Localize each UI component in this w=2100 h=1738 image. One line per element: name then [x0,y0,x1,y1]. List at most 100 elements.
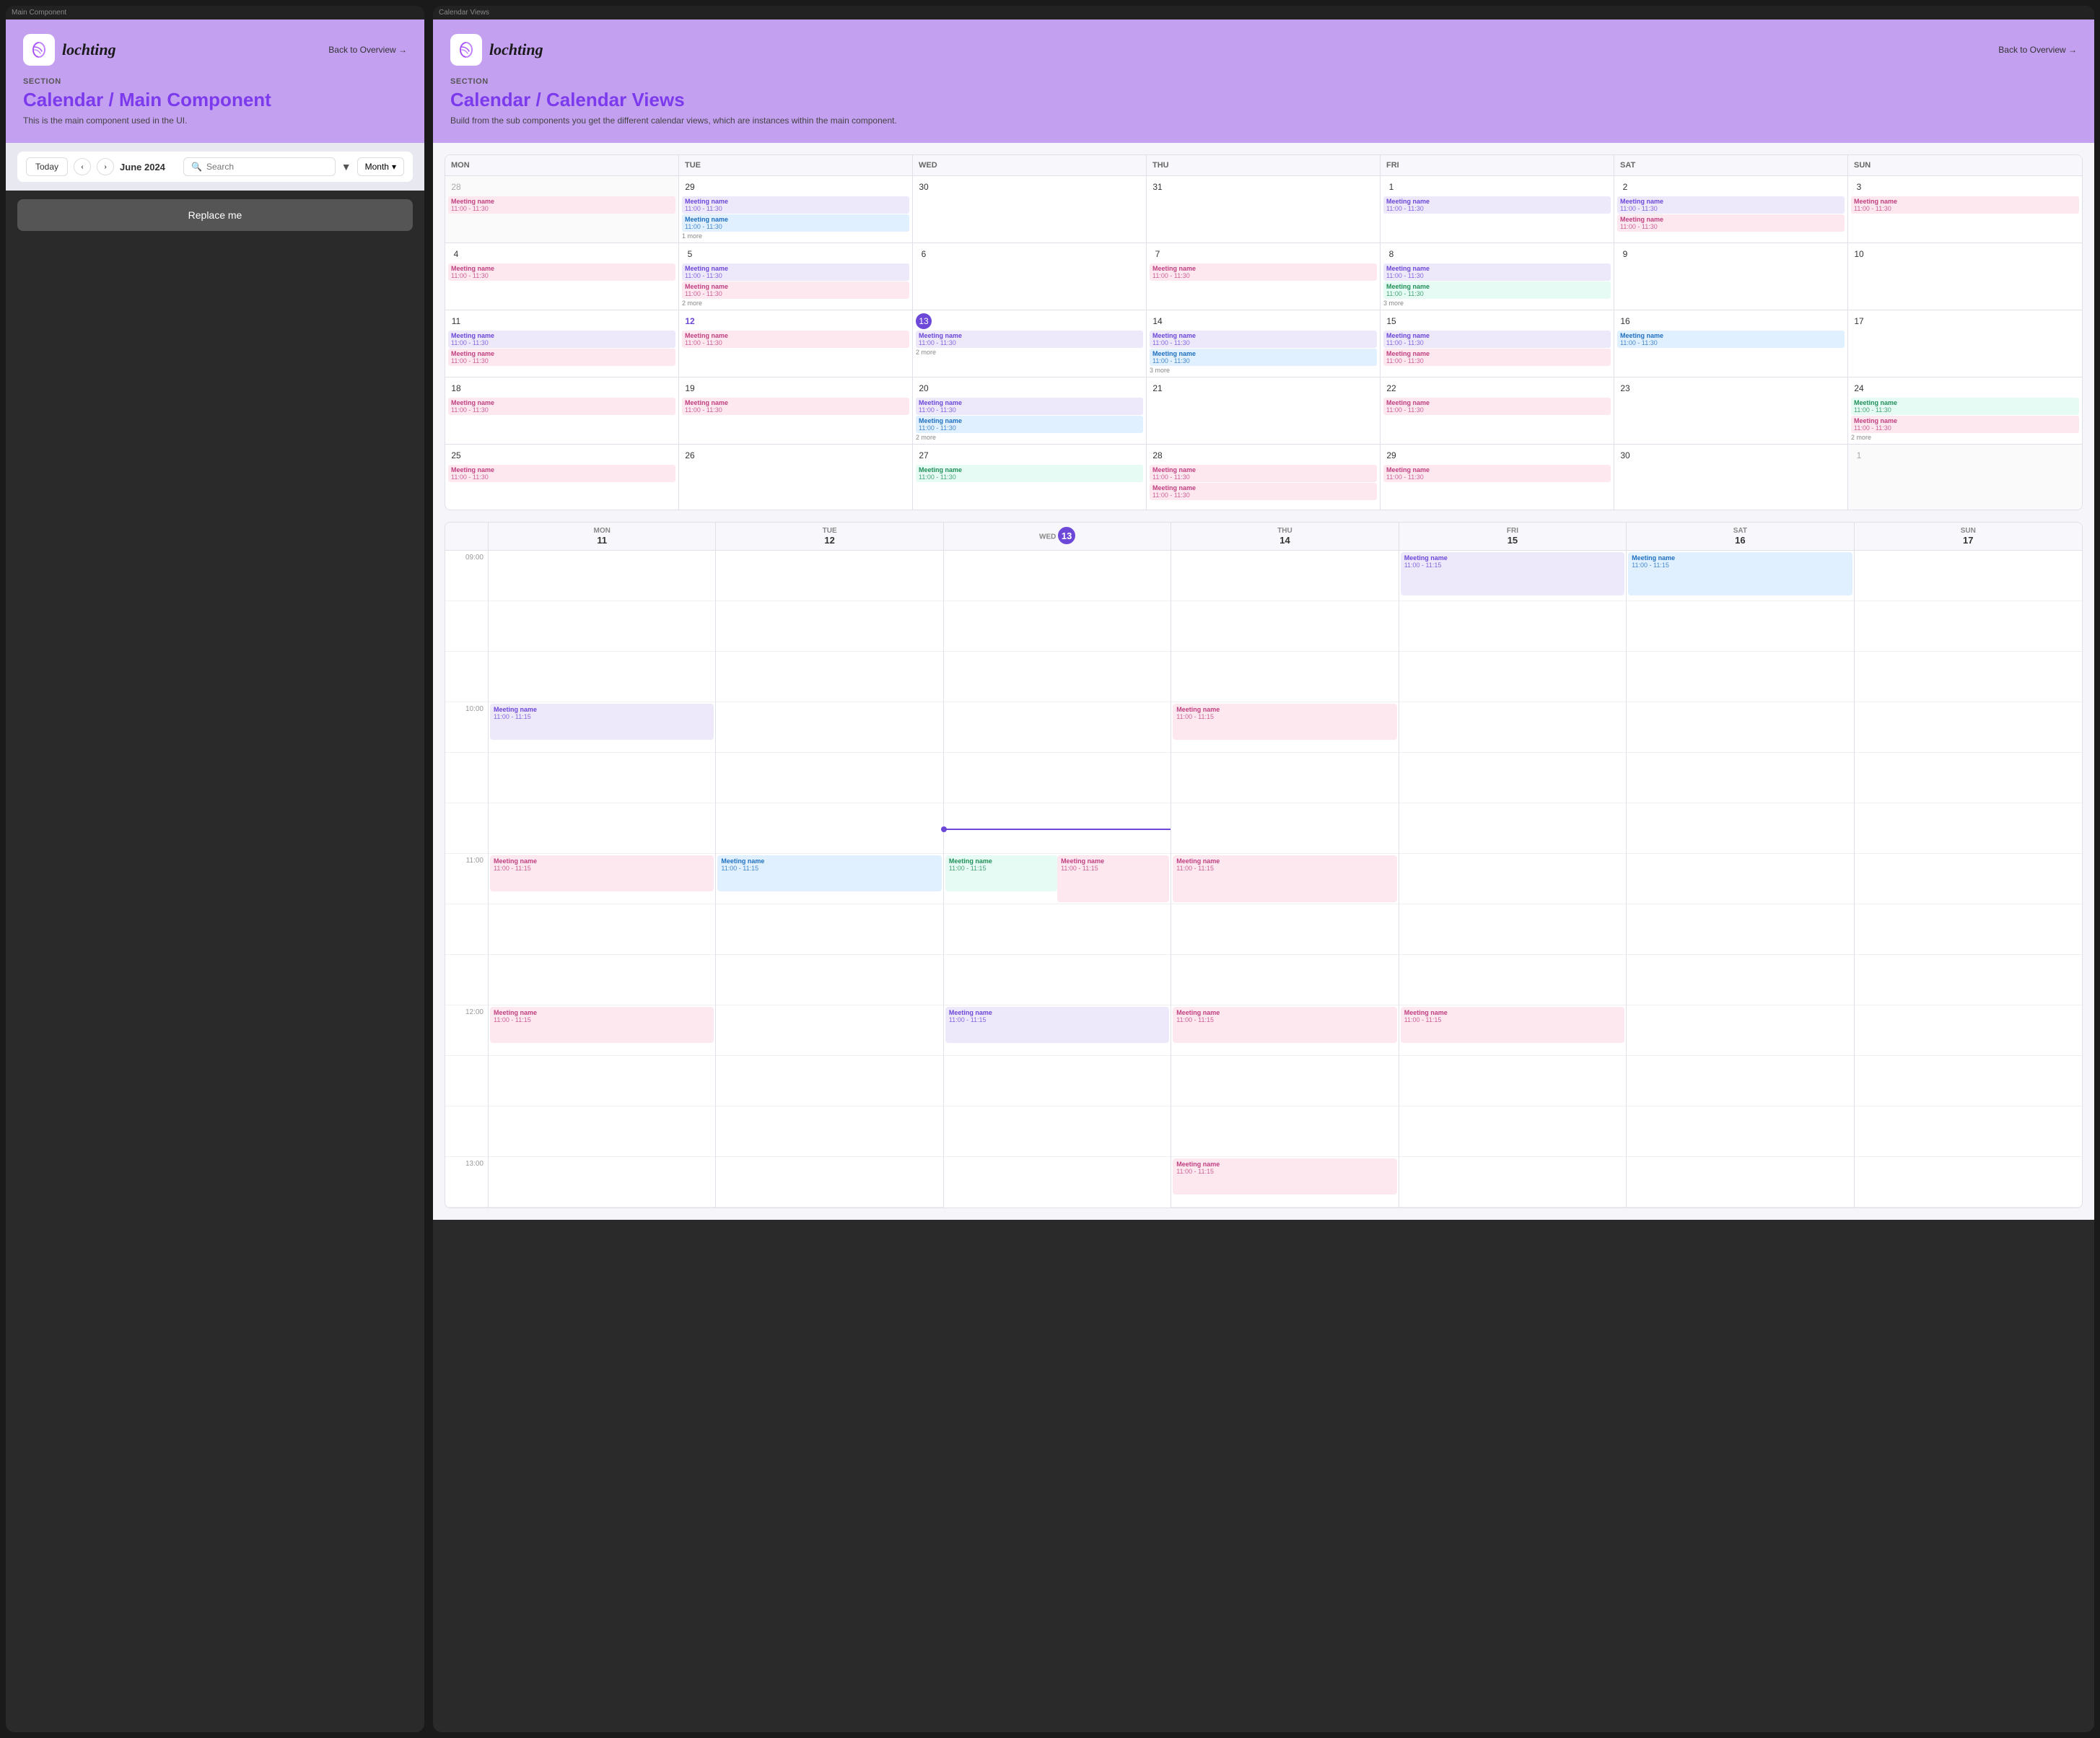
more-events-link[interactable]: 2 more [1851,434,2079,441]
week-event[interactable]: Meeting name11:00 - 11:15 [1173,855,1396,902]
section-desc-left: This is the main component used in the U… [23,115,407,126]
week-event[interactable]: Meeting name11:00 - 11:15 [717,855,941,891]
event-chip[interactable]: Meeting name11:00 - 11:30 [916,416,1143,433]
search-icon: 🔍 [191,162,202,172]
cal-cell: 24 Meeting name11:00 - 11:30 Meeting nam… [1848,377,2082,444]
week-event[interactable]: Meeting name11:00 - 11:15 [1173,704,1396,740]
event-chip[interactable]: Meeting name11:00 - 11:30 [1851,398,2079,415]
more-events-link[interactable]: 1 more [682,232,909,240]
event-chip[interactable]: Meeting name11:00 - 11:30 [1150,349,1377,366]
week-header-row: MON11 TUE12 WED 13 THU14 FRI15 SAT16 SUN… [445,523,2082,551]
week-row-2: 4 Meeting name11:00 - 11:30 5 Meeting na… [445,243,2082,310]
week-day-wed: Meeting name11:00 - 11:15 Meeting name11… [944,551,1171,1208]
event-chip[interactable]: Meeting name11:00 - 11:30 [448,465,675,482]
more-events-link[interactable]: 3 more [1383,300,1611,307]
cal-cell: 29 Meeting name11:00 - 11:30 Meeting nam… [679,176,913,243]
time-slot-9c [445,652,488,702]
event-chip[interactable]: Meeting name11:00 - 11:30 [1150,263,1377,281]
section-title-left: Calendar / Main Component [23,89,407,111]
week-event[interactable]: Meeting name11:00 - 11:15 [490,1007,714,1043]
event-chip[interactable]: Meeting name11:00 - 11:30 [1851,196,2079,214]
event-chip[interactable]: Meeting name11:00 - 11:30 [448,331,675,348]
cal-cell: 20 Meeting name11:00 - 11:30 Meeting nam… [913,377,1147,444]
event-chip[interactable]: Meeting name11:00 - 11:30 [682,331,909,348]
week-event[interactable]: Meeting name11:00 - 11:15 [490,855,714,891]
calendar-views-container: MON TUE WED THU FRI SAT SUN 28 Meeting n… [433,143,2094,1220]
cal-cell: 1 Meeting name11:00 - 11:30 [1381,176,1614,243]
event-chip[interactable]: Meeting name11:00 - 11:30 [1617,331,1845,348]
today-button[interactable]: Today [26,157,68,176]
filter-button[interactable]: ▼ [341,161,351,173]
event-chip[interactable]: Meeting name11:00 - 11:30 [682,196,909,214]
week-days-grid: Meeting name11:00 - 11:15 Meeting name11… [489,551,2082,1208]
event-chip[interactable]: Meeting name11:00 - 11:30 [1383,331,1611,348]
replace-me-button[interactable]: Replace me [17,199,413,231]
month-body: 28 Meeting name11:00 - 11:30 29 Meeting … [445,176,2082,510]
week-event[interactable]: Meeting name11:00 - 11:15 [1173,1158,1396,1195]
event-chip[interactable]: Meeting name11:00 - 11:30 [1150,465,1377,482]
week-event[interactable]: Meeting name11:00 - 11:15 [1628,552,1852,595]
week-event[interactable]: Meeting name11:00 - 11:15 [1401,552,1624,595]
week-event[interactable]: Meeting name11:00 - 11:15 [1057,855,1169,902]
col-thu: THU [1147,155,1381,175]
event-chip[interactable]: Meeting name11:00 - 11:30 [1383,196,1611,214]
cal-cell: 28 Meeting name11:00 - 11:30 Meeting nam… [1147,445,1381,510]
month-view-button[interactable]: Month ▾ [357,157,404,176]
logo-icon-left [23,34,55,66]
event-chip[interactable]: Meeting name11:00 - 11:30 [682,214,909,232]
more-events-link[interactable]: 2 more [916,349,1143,356]
week-day-mon: Meeting name11:00 - 11:15 Meeting name11… [489,551,716,1208]
cal-cell: 22 Meeting name11:00 - 11:30 [1381,377,1614,444]
week-header-fri: FRI15 [1399,523,1627,550]
header-section-left: lochting Back to Overview → SECTION Cale… [6,19,424,143]
event-chip[interactable]: Meeting name11:00 - 11:30 [1383,398,1611,415]
week-event[interactable]: Meeting name11:00 - 11:15 [1173,1007,1396,1043]
cal-cell: 16 Meeting name11:00 - 11:30 [1614,310,1848,377]
week-event[interactable]: Meeting name11:00 - 11:15 [945,855,1057,891]
event-chip[interactable]: Meeting name11:00 - 11:30 [1383,263,1611,281]
section-label-left: SECTION [23,77,407,86]
month-year-label: June 2024 [120,162,178,173]
back-to-overview-right[interactable]: Back to Overview → [1998,45,2077,55]
event-chip[interactable]: Meeting name11:00 - 11:30 [1383,465,1611,482]
week-header-sun: SUN17 [1855,523,2082,550]
event-chip[interactable]: Meeting name11:00 - 11:30 [682,398,909,415]
col-wed: WED [913,155,1147,175]
cal-cell: 13 Meeting name11:00 - 11:30 2 more [913,310,1147,377]
event-chip[interactable]: Meeting name11:00 - 11:30 [1617,196,1845,214]
next-button[interactable]: › [97,158,114,175]
logo-area-right: lochting [450,34,543,66]
event-chip[interactable]: Meeting name11:00 - 11:30 [1150,483,1377,500]
calendar-toolbar: Today ‹ › June 2024 🔍 ▼ Month ▾ [17,152,413,182]
event-chip[interactable]: Meeting name11:00 - 11:30 [1150,331,1377,348]
cal-cell: 12 Meeting name11:00 - 11:30 [679,310,913,377]
event-chip[interactable]: Meeting name11:00 - 11:30 [916,331,1143,348]
cal-cell: 29 Meeting name11:00 - 11:30 [1381,445,1614,510]
col-sat: SAT [1614,155,1848,175]
event-chip[interactable]: Meeting name11:00 - 11:30 [1851,416,2079,433]
current-time-line [944,829,1171,830]
event-chip[interactable]: Meeting name11:00 - 11:30 [1383,281,1611,299]
event-chip[interactable]: Meeting name11:00 - 11:30 [1617,214,1845,232]
event-chip[interactable]: Meeting name11:00 - 11:30 [448,196,675,214]
search-input[interactable] [206,162,328,172]
prev-button[interactable]: ‹ [74,158,91,175]
event-chip[interactable]: Meeting name11:00 - 11:30 [916,398,1143,415]
cal-cell: 27 Meeting name11:00 - 11:30 [913,445,1147,510]
week-body: 09:00 10:00 11:00 12:00 13:00 [445,551,2082,1208]
back-to-overview-left[interactable]: Back to Overview → [328,45,407,55]
event-chip[interactable]: Meeting name11:00 - 11:30 [916,465,1143,482]
week-event[interactable]: Meeting name11:00 - 11:15 [1401,1007,1624,1043]
event-chip[interactable]: Meeting name11:00 - 11:30 [682,263,909,281]
week-event[interactable]: Meeting name11:00 - 11:15 [490,704,714,740]
event-chip[interactable]: Meeting name11:00 - 11:30 [682,281,909,299]
event-chip[interactable]: Meeting name11:00 - 11:30 [448,263,675,281]
more-events-link[interactable]: 2 more [682,300,909,307]
event-chip[interactable]: Meeting name11:00 - 11:30 [448,398,675,415]
more-events-link[interactable]: 3 more [1150,367,1377,374]
week-event[interactable]: Meeting name11:00 - 11:15 [945,1007,1169,1043]
more-events-link[interactable]: 2 more [916,434,1143,441]
event-chip[interactable]: Meeting name11:00 - 11:30 [1383,349,1611,366]
search-box[interactable]: 🔍 [183,157,336,176]
event-chip[interactable]: Meeting name11:00 - 11:30 [448,349,675,366]
